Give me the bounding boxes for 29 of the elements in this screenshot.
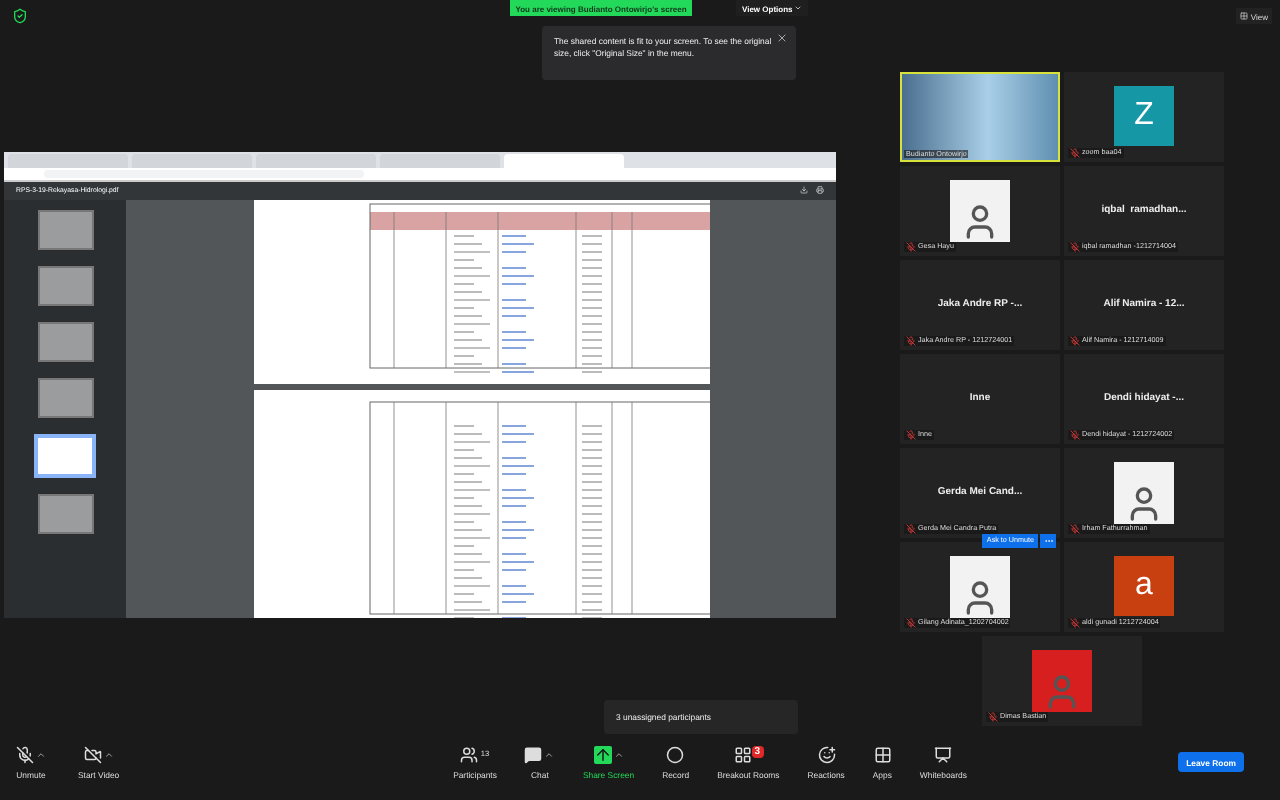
- caret-icon[interactable]: [103, 749, 114, 760]
- photo-placeholder: [1114, 461, 1174, 524]
- muted-mic-icon: [16, 745, 34, 764]
- shield-check-icon[interactable]: [12, 8, 28, 24]
- avatar-letter: a: [1114, 556, 1174, 617]
- apps-grid-icon: [873, 745, 892, 764]
- whiteboard-icon: [934, 745, 953, 764]
- page-thumbnail[interactable]: [37, 493, 93, 534]
- chat-bubble-icon: [524, 745, 543, 764]
- page-thumbnail[interactable]: [37, 321, 93, 362]
- people-icon: [460, 745, 479, 764]
- photo-placeholder: [950, 179, 1010, 242]
- photo-placeholder: [950, 555, 1010, 618]
- avatar-letter: Z: [1114, 86, 1174, 147]
- caret-icon[interactable]: [544, 749, 555, 760]
- download-icon[interactable]: [800, 186, 808, 195]
- page-thumbnail[interactable]: [37, 209, 93, 250]
- video-off-icon: [83, 745, 102, 764]
- close-icon[interactable]: [776, 32, 788, 44]
- record-icon: [666, 745, 685, 764]
- page-thumbnail[interactable]: [37, 265, 93, 306]
- caret-icon[interactable]: [613, 749, 624, 760]
- caret-icon[interactable]: [36, 749, 46, 760]
- smiley-plus-icon: [817, 745, 836, 764]
- page-thumbnail[interactable]: [37, 377, 93, 418]
- page-thumbnail[interactable]: [34, 433, 96, 478]
- grid-icon: [733, 745, 752, 764]
- print-icon[interactable]: [816, 186, 824, 195]
- grid-icon: [1240, 12, 1249, 20]
